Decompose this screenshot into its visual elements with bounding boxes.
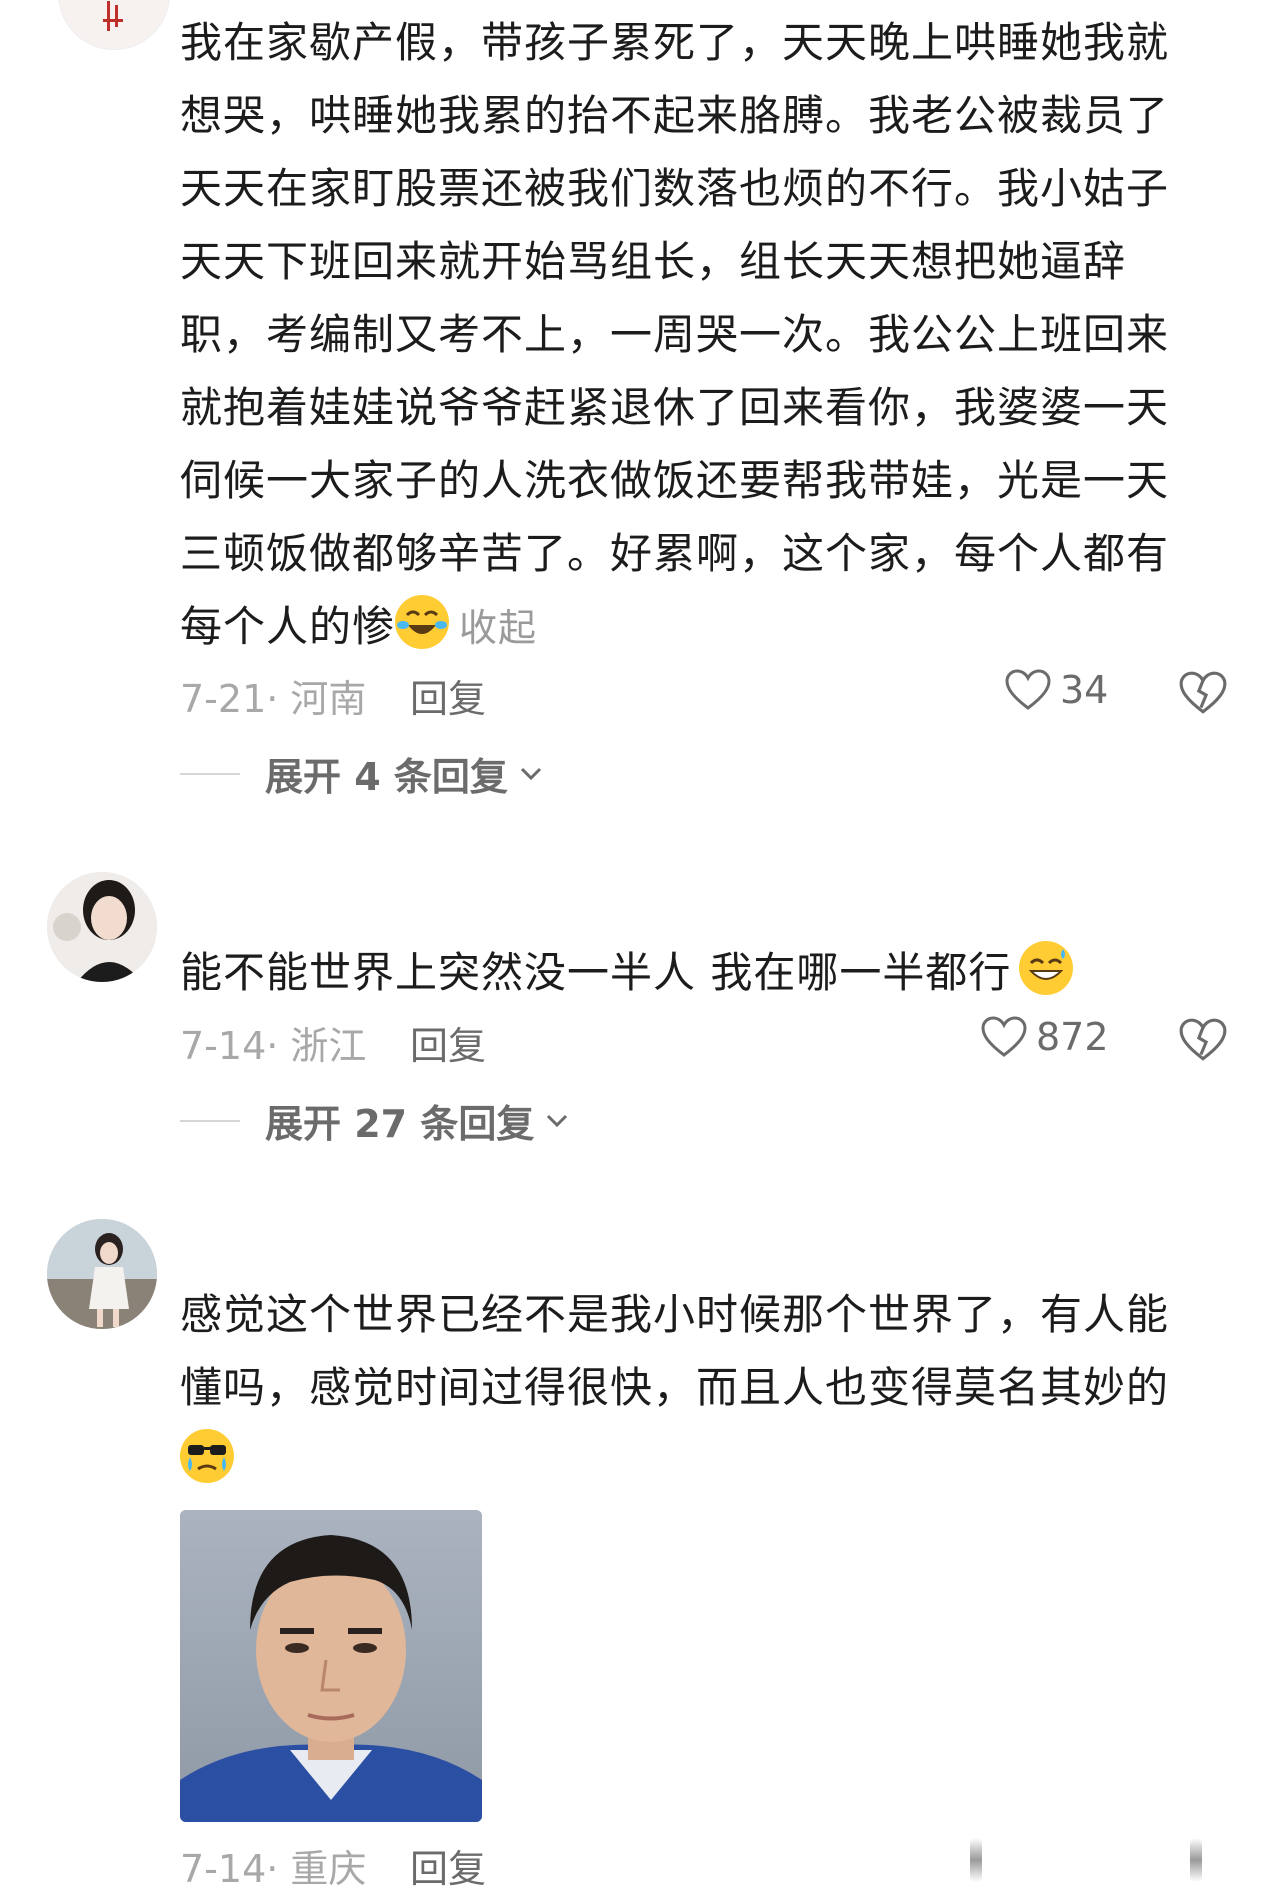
avatar-image <box>47 872 157 982</box>
comment-text: 我在家歇产假，带孩子累死了，天天晚上哄睡她我就想哭，哄睡她我累的抬不起来胳膊。我… <box>180 6 1200 665</box>
cool-crying-icon <box>180 1429 234 1483</box>
comment-body: 我在家歇产假，带孩子累死了，天天晚上哄睡她我就想哭，哄睡她我累的抬不起来胳膊。我… <box>180 18 1170 651</box>
avatar-image <box>103 1 123 31</box>
like-button[interactable]: 872 <box>980 1015 1109 1059</box>
chevron-down-icon <box>520 767 541 780</box>
comment-meta: 7-21· 河南 <box>180 677 367 721</box>
reply-button[interactable]: 回复 <box>410 1838 486 1893</box>
comment-body: 感觉这个世界已经不是我小时候那个世界了，有人能懂吗，感觉时间过得很快，而且人也变… <box>180 1290 1170 1412</box>
comment-image[interactable] <box>180 1510 482 1822</box>
avatar[interactable] <box>58 0 170 50</box>
like-button[interactable]: 34 <box>1004 668 1108 712</box>
avatar-image <box>47 1219 157 1329</box>
heart-icon <box>981 1016 1027 1057</box>
avatar[interactable] <box>47 1219 157 1329</box>
expand-replies-button[interactable]: 展开 4 条回复 <box>180 746 546 801</box>
comment-text: 能不能世界上突然没一半人 我在哪一半都行 <box>180 936 1200 1009</box>
avatar[interactable] <box>47 872 157 982</box>
divider-line <box>180 1119 240 1122</box>
comment-body: 能不能世界上突然没一半人 我在哪一半都行 <box>180 948 1012 997</box>
broken-heart-icon[interactable] <box>1178 1015 1228 1065</box>
scroll-indicator <box>1190 1838 1202 1882</box>
like-count: 34 <box>1060 668 1109 712</box>
laughing-crying-icon <box>395 595 450 649</box>
comment-meta: 7-14· 浙江 <box>180 1024 367 1068</box>
chevron-down-icon <box>547 1114 568 1127</box>
comment-text: 感觉这个世界已经不是我小时候那个世界了，有人能懂吗，感觉时间过得很快，而且人也变… <box>180 1278 1200 1497</box>
scroll-indicator <box>970 1838 982 1882</box>
grin-sweat-icon <box>1019 941 1074 995</box>
reply-button[interactable]: 回复 <box>410 668 486 723</box>
expand-replies-label: 展开 27 条回复 <box>265 1102 535 1146</box>
broken-heart-icon[interactable] <box>1178 668 1228 718</box>
reply-button[interactable]: 回复 <box>410 1015 486 1070</box>
divider-line <box>180 772 240 775</box>
heart-icon <box>1005 669 1051 710</box>
expand-replies-label: 展开 4 条回复 <box>265 755 508 799</box>
expand-replies-button[interactable]: 展开 27 条回复 <box>180 1093 572 1148</box>
comment-meta: 7-14· 重庆 <box>180 1847 367 1891</box>
portrait-photo <box>180 1510 482 1822</box>
collapse-button[interactable]: 收起 <box>459 606 537 650</box>
like-count: 872 <box>1036 1015 1109 1059</box>
